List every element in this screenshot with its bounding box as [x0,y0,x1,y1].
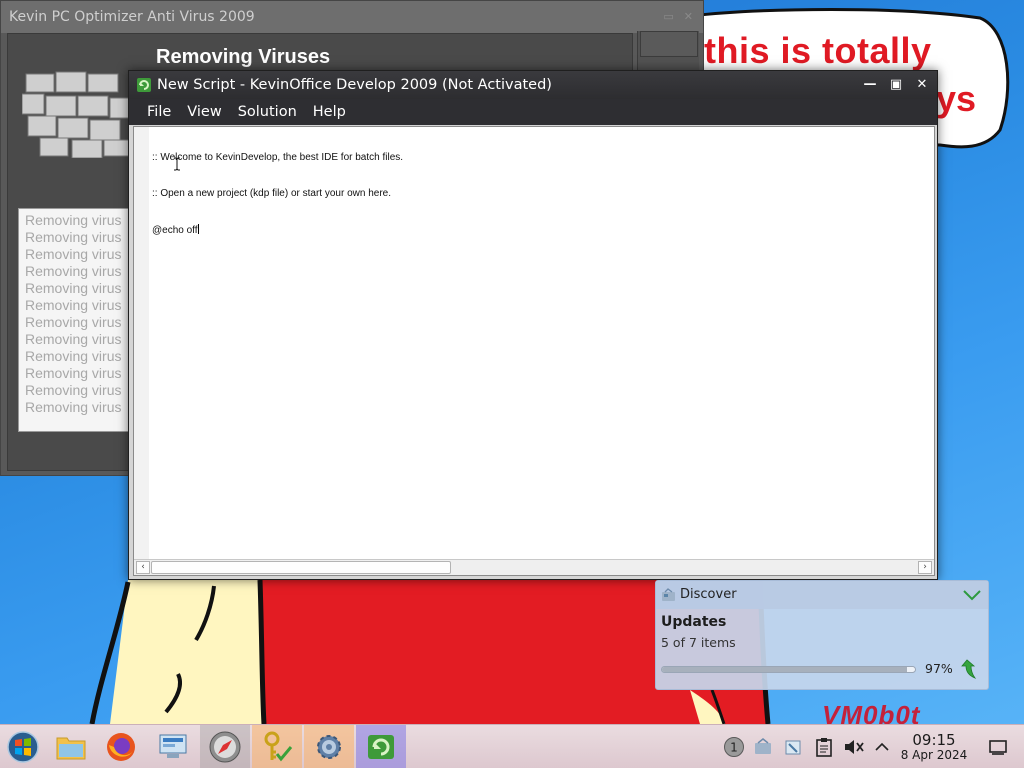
code-line-text: @echo off [152,225,198,236]
scrollbar-thumb[interactable] [151,561,451,574]
horizontal-scrollbar[interactable]: ‹ › [134,559,934,575]
tray-badge-count: 1 [730,741,738,755]
notification-title: Updates [661,614,727,630]
optimizer-title: Kevin PC Optimizer Anti Virus 2009 [9,9,255,25]
close-icon[interactable]: ✕ [912,75,932,95]
maximize-icon[interactable]: ▣ [886,75,906,95]
log-line: Removing virus [25,263,122,279]
scroll-right-icon[interactable]: › [918,561,932,574]
discover-icon [755,738,771,754]
log-line: Removing virus [25,246,122,262]
key-check-icon [264,731,293,762]
weather-icon [785,740,801,755]
clock-date[interactable]: 8 Apr 2024 [898,748,970,762]
corner-logo: VM0b0t [822,700,921,724]
clipboard-icon [816,738,832,757]
start-orb-icon [7,731,39,763]
kevin-office-icon [368,735,394,759]
tray-expand[interactable] [872,725,892,768]
tray-discover[interactable] [752,725,774,768]
clock-time[interactable]: 09:15 [906,731,962,749]
show-desktop-button[interactable] [986,725,1010,768]
log-line: Removing virus [25,212,122,228]
code-editor[interactable]: :: Welcome to KevinDevelop, the best IDE… [133,126,935,576]
computer-icon [159,734,187,758]
editor-window[interactable]: New Script - KevinOffice Develop 2009 (N… [128,70,938,580]
menu-view[interactable]: View [179,99,229,125]
badge-icon: 1 [724,737,744,757]
editor-title: New Script - KevinOffice Develop 2009 (N… [157,77,552,93]
log-line: Removing virus [25,399,122,415]
notification-subtitle: 5 of 7 items [661,635,736,650]
tray-volume-muted[interactable] [842,725,866,768]
optimizer-titlebar[interactable]: Kevin PC Optimizer Anti Virus 2009 ▭ ✕ [1,1,703,33]
taskbar-firefox[interactable] [96,725,146,768]
kevin-office-icon [137,78,151,92]
code-line-current: @echo off [152,224,403,237]
chevron-up-icon [875,742,889,751]
brick-wall-icon [22,71,133,158]
editor-titlebar[interactable]: New Script - KevinOffice Develop 2009 (N… [129,71,937,99]
start-button[interactable] [0,725,48,768]
close-icon[interactable]: ✕ [684,10,693,23]
code-text[interactable]: :: Welcome to KevinDevelop, the best IDE… [152,128,403,261]
update-progress-bar [661,666,916,673]
tray-clipboard[interactable] [813,725,835,768]
text-caret [197,224,199,234]
optimizer-window-controls: ▭ ✕ [653,1,693,33]
log-line: Removing virus [25,382,122,398]
speaker-muted-icon [845,740,864,754]
code-line: :: Open a new project (kdp file) or star… [152,188,391,199]
menu-help[interactable]: Help [305,99,354,125]
minimize-icon[interactable]: ▭ [663,10,673,23]
line-gutter [134,127,149,560]
minimize-icon[interactable]: — [860,75,880,95]
side-panel-box [640,31,698,57]
taskbar-control-panel[interactable] [148,725,198,768]
log-line: Removing virus [25,348,122,364]
taskbar-file-manager[interactable] [46,725,96,768]
bubble-text-tail: ys [936,78,977,119]
removal-log: Removing virus Removing virus Removing vir… [18,208,134,432]
menu-solution[interactable]: Solution [230,99,305,125]
update-progress-fill [662,667,908,672]
code-line: :: Welcome to KevinDevelop, the best IDE… [152,152,404,163]
bubble-text: this is totally [704,30,932,71]
taskbar: 1 09:15 8 Apr 2024 [0,724,1024,768]
menu-bar: File View Solution Help [129,99,937,125]
gear-icon [317,735,341,759]
taskbar-keys-app[interactable] [252,725,302,768]
folder-icon [56,737,86,760]
log-line: Removing virus [25,280,122,296]
optimizer-heading: Removing Viruses [156,46,331,68]
update-progress-label: 97% [925,661,953,676]
compass-icon [209,731,241,763]
taskbar-compass[interactable] [200,725,250,768]
taskbar-kevin-office[interactable] [356,725,406,768]
taskbar-settings[interactable] [304,725,354,768]
tray-weather[interactable] [782,725,804,768]
log-line: Removing virus [25,229,122,245]
firefox-icon [107,733,135,761]
ibeam-cursor-icon [174,157,180,171]
scroll-left-icon[interactable]: ‹ [136,561,150,574]
log-line: Removing virus [25,297,122,313]
undo-arrow-icon[interactable] [960,658,980,680]
log-line: Removing virus [25,365,122,381]
discover-notification[interactable]: Discover Updates 5 of 7 items 97% [655,580,989,690]
discover-icon [662,588,675,601]
notification-app: Discover [680,587,737,602]
menu-file[interactable]: File [139,99,179,125]
show-desktop-icon [989,740,1007,755]
tray-notification-count[interactable]: 1 [722,725,746,768]
log-line: Removing virus [25,331,122,347]
chevron-down-icon[interactable] [961,585,983,605]
notification-header: Discover [656,581,988,609]
log-line: Removing virus [25,314,122,330]
